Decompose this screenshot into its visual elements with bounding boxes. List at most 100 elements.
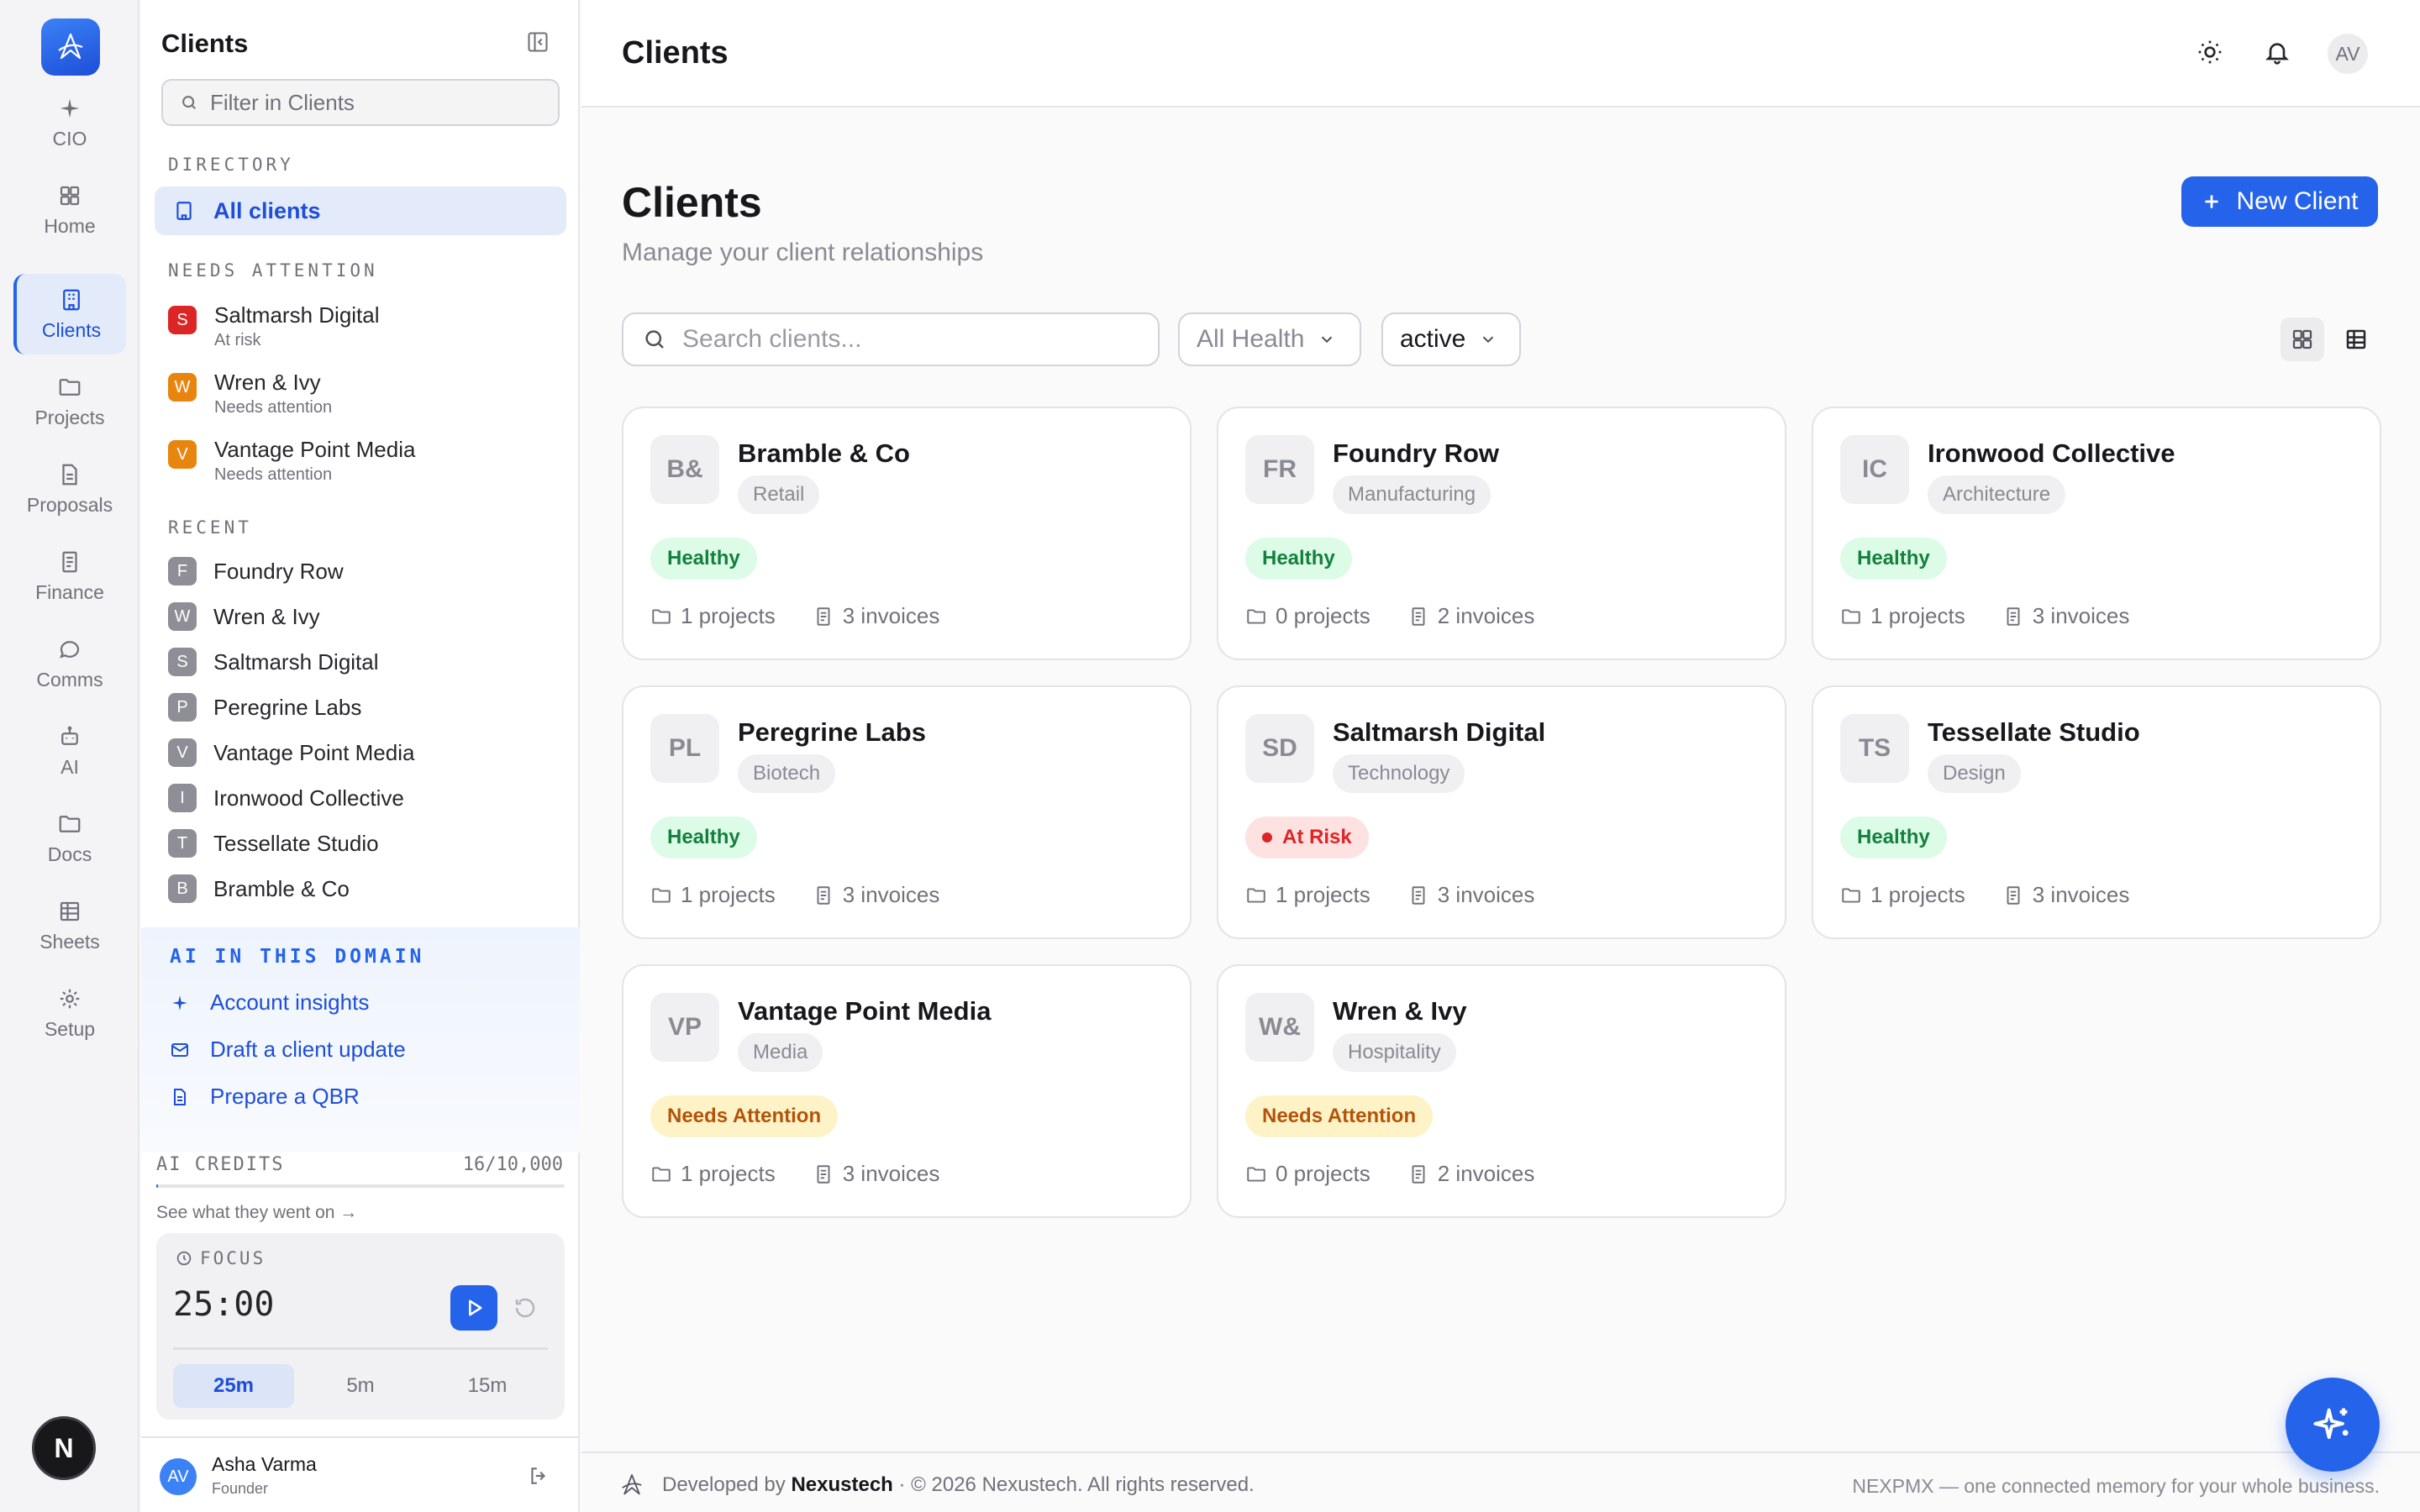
user-profile[interactable]: AV Asha Varma Founder	[141, 1436, 580, 1512]
logout-icon[interactable]	[528, 1465, 550, 1487]
grid-icon	[2292, 329, 2312, 349]
client-card[interactable]: SD Saltmarsh Digital Technology At Risk …	[1217, 685, 1786, 939]
company-link[interactable]: Nexustech	[791, 1473, 892, 1496]
sun-icon[interactable]	[2196, 39, 2223, 66]
attention-item-saltmarsh[interactable]: S Saltmarsh Digital At risk	[168, 297, 555, 356]
client-card[interactable]: TS Tessellate Studio Design Healthy 1 pr…	[1812, 685, 2381, 939]
ai-credits-label: AI CREDITS	[156, 1154, 285, 1175]
rail-label: AI	[60, 755, 79, 778]
health-badge: Healthy	[1840, 816, 1947, 858]
client-name: Vantage Point Media	[214, 437, 416, 462]
play-button[interactable]	[450, 1285, 497, 1331]
rail-item-sheets[interactable]: Sheets	[13, 885, 126, 966]
rail-item-comms[interactable]: Comms	[13, 623, 126, 704]
ai-link-label: Account insights	[210, 990, 370, 1015]
building-icon	[176, 202, 192, 220]
client-meta: 0 projects 2 invoices	[1245, 1161, 1534, 1187]
duration-25m[interactable]: 25m	[173, 1364, 294, 1408]
grid-view-button[interactable]	[2281, 318, 2324, 361]
duration-5m[interactable]: 5m	[300, 1364, 421, 1408]
client-name: Saltmarsh Digital	[214, 302, 380, 328]
recent-item[interactable]: V Vantage Point Media	[168, 734, 555, 771]
invoice-icon	[1412, 1164, 1425, 1184]
industry-tag: Retail	[738, 475, 820, 514]
rail-label: Setup	[44, 1017, 96, 1040]
rail-item-proposals[interactable]: Proposals	[13, 449, 126, 529]
health-label: Healthy	[667, 826, 740, 848]
invoice-icon	[2007, 885, 2020, 905]
rail-item-clients[interactable]: Clients	[13, 274, 126, 354]
duration-15m[interactable]: 15m	[427, 1364, 548, 1408]
rail-item-home[interactable]: Home	[13, 170, 126, 250]
new-client-button[interactable]: New Client	[2181, 176, 2378, 227]
attention-item-vantage[interactable]: V Vantage Point Media Needs attention	[168, 432, 555, 491]
bell-icon[interactable]	[2264, 39, 2291, 66]
rail-item-ai[interactable]: AI	[13, 711, 126, 791]
recent-item[interactable]: F Foundry Row	[168, 553, 555, 590]
draft-update-link[interactable]: Draft a client update	[170, 1037, 406, 1063]
n-button[interactable]: N	[32, 1416, 96, 1480]
client-name: Foundry Row	[1333, 438, 1500, 468]
attention-item-wren[interactable]: W Wren & Ivy Needs attention	[168, 365, 555, 423]
folder-icon	[59, 378, 81, 396]
clients-panel: Clients Filter in Clients DIRECTORY All …	[141, 0, 580, 1512]
health-filter-dropdown[interactable]: All Health	[1178, 312, 1361, 366]
filter-input[interactable]: Filter in Clients	[161, 79, 560, 126]
recent-item[interactable]: I Ironwood Collective	[168, 780, 555, 816]
recent-item[interactable]: P Peregrine Labs	[168, 689, 555, 726]
client-card[interactable]: PL Peregrine Labs Biotech Healthy 1 proj…	[622, 685, 1192, 939]
rail-label: Sheets	[39, 930, 100, 953]
rail-item-setup[interactable]: Setup	[13, 973, 126, 1053]
invoice-icon	[1412, 885, 1425, 905]
logo-icon	[622, 1474, 642, 1495]
account-insights-link[interactable]: Account insights	[170, 990, 369, 1016]
health-label: Healthy	[1262, 547, 1335, 570]
all-clients-item[interactable]: All clients	[155, 186, 566, 235]
sparkle-icon	[60, 98, 80, 118]
projects-count: 1 projects	[1276, 882, 1370, 907]
ai-assistant-button[interactable]	[2286, 1378, 2380, 1472]
health-label: Healthy	[667, 547, 740, 570]
client-meta: 1 projects 3 invoices	[1245, 882, 1534, 908]
client-avatar: PL	[650, 714, 719, 783]
recent-item[interactable]: S Saltmarsh Digital	[168, 643, 555, 680]
panel-title: Clients	[161, 29, 249, 58]
client-status: At risk	[214, 331, 261, 349]
health-badge: At Risk	[1245, 816, 1369, 858]
status-filter-dropdown[interactable]: active	[1381, 312, 1521, 366]
filter-placeholder: Filter in Clients	[210, 89, 355, 115]
search-input[interactable]: Search clients...	[622, 312, 1160, 366]
play-icon	[469, 1299, 482, 1316]
client-card[interactable]: VP Vantage Point Media Media Needs Atten…	[622, 964, 1192, 1218]
table-view-button[interactable]	[2334, 318, 2378, 361]
rail-item-cio[interactable]: CIO	[13, 82, 126, 163]
health-badge: Healthy	[650, 816, 757, 858]
reset-icon[interactable]	[513, 1295, 538, 1320]
invoices-count: 3 invoices	[2032, 603, 2130, 628]
recent-item[interactable]: W Wren & Ivy	[168, 598, 555, 635]
client-card[interactable]: IC Ironwood Collective Architecture Heal…	[1812, 407, 2381, 660]
see-credits-link[interactable]: See what they went on →	[156, 1203, 357, 1223]
client-meta: 1 projects 3 invoices	[650, 1161, 939, 1187]
folder-icon	[1247, 608, 1265, 624]
projects-count: 1 projects	[681, 603, 776, 628]
rail-item-finance[interactable]: Finance	[13, 536, 126, 617]
rail-label: Clients	[41, 318, 102, 341]
avatar[interactable]: AV	[2328, 34, 2368, 74]
rail-item-projects[interactable]: Projects	[13, 361, 126, 442]
client-card[interactable]: FR Foundry Row Manufacturing Healthy 0 p…	[1217, 407, 1786, 660]
prepare-qbr-link[interactable]: Prepare a QBR	[170, 1084, 360, 1110]
client-card[interactable]: W& Wren & Ivy Hospitality Needs Attentio…	[1217, 964, 1786, 1218]
recent-item[interactable]: T Tessellate Studio	[168, 825, 555, 862]
client-card[interactable]: B& Bramble & Co Retail Healthy 1 project…	[622, 407, 1192, 660]
client-initial: V	[168, 440, 197, 469]
app-logo[interactable]	[41, 18, 100, 76]
client-name: Vantage Point Media	[213, 739, 415, 765]
industry-tag: Design	[1928, 754, 2021, 793]
ai-link-label: Draft a client update	[210, 1037, 406, 1062]
invoices-count: 3 invoices	[1437, 882, 1535, 907]
recent-item[interactable]: B Bramble & Co	[168, 870, 555, 907]
rail-item-docs[interactable]: Docs	[13, 798, 126, 879]
collapse-panel-icon[interactable]	[526, 30, 550, 54]
status-filter-value: active	[1400, 325, 1466, 353]
